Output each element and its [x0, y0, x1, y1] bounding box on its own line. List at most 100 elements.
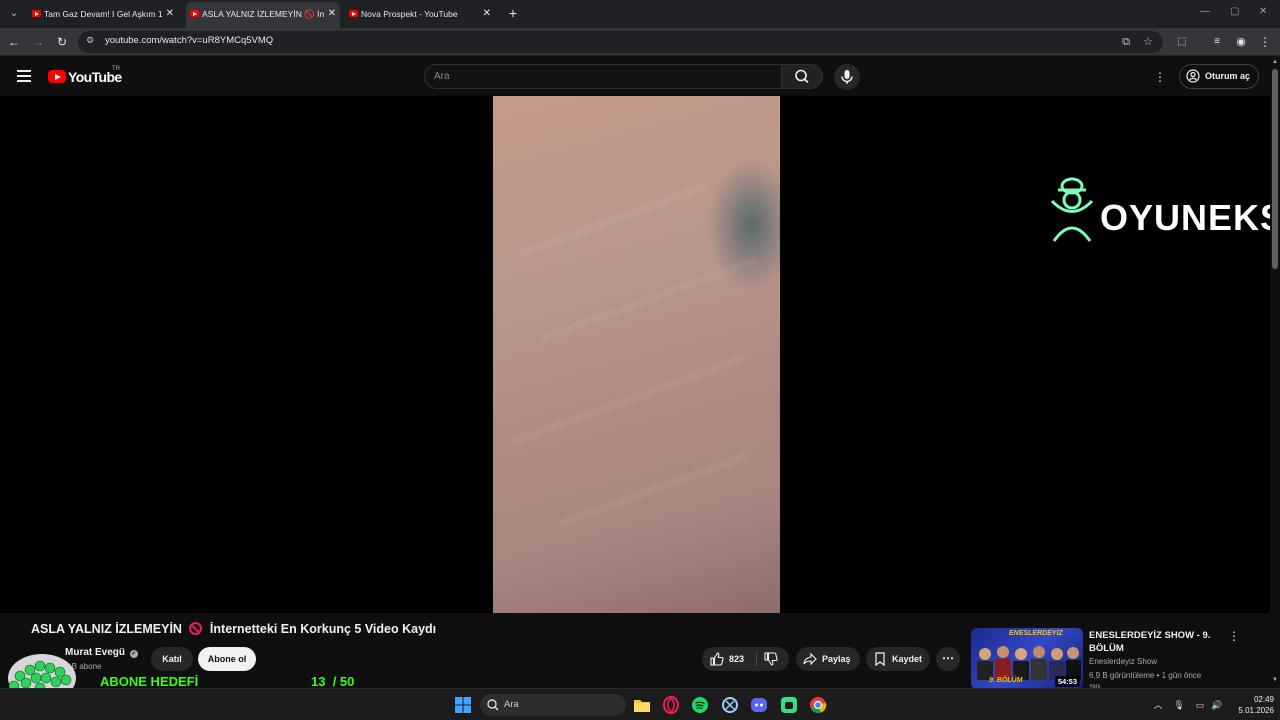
save-label: Kaydet — [892, 654, 923, 664]
recommended-channel[interactable]: Eneslerdeyiz Show — [1089, 657, 1157, 666]
goal-current: 13 — [311, 674, 326, 689]
settings-kebab-icon[interactable]: ⋮ — [1154, 69, 1166, 85]
youtube-header: YouTube TR ⋮ Oturum aç — [0, 57, 1270, 96]
share-button[interactable]: Paylaş — [796, 647, 860, 671]
bookmark-icon — [875, 652, 885, 667]
dislike-thumb-down-icon[interactable] — [763, 651, 779, 667]
new-tab-plus-icon[interactable]: + — [505, 4, 521, 22]
file-explorer-icon[interactable] — [632, 695, 652, 715]
recommended-meta: 6,9 B görüntüleme • 1 gün önce — [1089, 671, 1202, 680]
oyuneks-overlay-logo: OYUNEKS — [1048, 177, 1280, 247]
country-code: TR — [112, 66, 120, 72]
goal-count: 13 / 50 — [311, 674, 354, 689]
recommended-title[interactable]: ENESLERDEYİZ SHOW - 9. BÖLÜM — [1089, 629, 1219, 655]
search-button[interactable] — [781, 64, 823, 89]
like-thumb-up-icon[interactable] — [709, 651, 725, 667]
extensions-icon[interactable]: ⬚ — [1174, 34, 1190, 50]
video-title-part2: İnternetteki En Korkunç 5 Video Kaydı — [209, 622, 437, 636]
android-app-icon[interactable] — [779, 695, 799, 715]
tab-title: Tam Gaz Devam! I Gel Aşkım 18 — [44, 9, 162, 19]
user-circle-icon — [1186, 69, 1200, 83]
tab-search-chevron-icon[interactable]: ⌄ — [5, 5, 23, 23]
profile-icon[interactable]: ◉ — [1233, 34, 1249, 50]
scroll-up-arrow-icon[interactable]: ▲ — [1272, 59, 1278, 65]
clock-date: 5.01.2026 — [1238, 706, 1274, 715]
reload-icon[interactable]: ↻ — [54, 34, 70, 50]
spotify-icon[interactable] — [690, 695, 710, 715]
browser-tab-2-active[interactable]: ASLA YALNIZ İZLEMEYİN 🚫 İnt ✕ — [186, 2, 340, 28]
page-scrollbar[interactable]: ▲ ▼ — [1270, 57, 1280, 687]
reading-list-icon[interactable]: ≡ — [1209, 34, 1225, 50]
thumbnail-people-image — [977, 646, 1081, 680]
video-player[interactable] — [0, 96, 1270, 613]
youtube-favicon-icon — [32, 10, 41, 17]
overlay-logo-text: OYUNEKS — [1100, 197, 1280, 238]
close-tab-icon[interactable]: ✕ — [328, 2, 336, 26]
clock-time: 02:49 — [1253, 695, 1274, 704]
windows-start-icon[interactable] — [453, 695, 473, 715]
microphone-icon — [841, 70, 853, 84]
restore-icon[interactable]: ▢ — [1230, 6, 1239, 17]
snipping-tool-icon[interactable] — [720, 695, 740, 715]
share-arrow-icon — [803, 652, 817, 666]
tab-title: ASLA YALNIZ İZLEMEYİN 🚫 İnt — [202, 9, 324, 19]
browser-tab-3[interactable]: Nova Prospekt - YouTube ✕ — [345, 2, 495, 28]
video-frame[interactable] — [493, 96, 780, 613]
browser-toolbar: ← → ↻ ⚙ youtube.com/watch?v=uR8YMCq5VMQ … — [0, 28, 1280, 56]
like-divider — [756, 652, 757, 666]
hamburger-menu-icon[interactable] — [17, 70, 31, 82]
voice-search-button[interactable] — [834, 64, 860, 90]
save-button[interactable]: Kaydet — [866, 647, 930, 671]
recommended-more-icon[interactable]: ⋮ — [1228, 629, 1240, 643]
opera-gx-icon[interactable] — [661, 695, 681, 715]
taskbar-clock[interactable]: 02:49 5.01.2026 — [1230, 694, 1274, 716]
thumbnail-episode-badge: 9. BÖLÜM — [989, 677, 1023, 684]
volume-icon[interactable]: 🔊 — [1211, 699, 1223, 711]
tray-overflow-chevron-icon[interactable]: ︿ — [1152, 699, 1164, 711]
sign-in-button[interactable]: Oturum aç — [1179, 64, 1259, 89]
microphone-tray-icon[interactable]: 🎙 — [1173, 699, 1185, 711]
video-duration: 54:53 — [1054, 676, 1080, 687]
address-bar[interactable]: ⚙ youtube.com/watch?v=uR8YMCq5VMQ ⧉ ☆ — [78, 31, 1163, 53]
like-dislike-group: 823 — [702, 647, 789, 671]
goal-target: / 50 — [332, 674, 355, 689]
browser-tab-1[interactable]: Tam Gaz Devam! I Gel Aşkım 18 ✕ — [28, 2, 178, 28]
browser-menu-icon[interactable]: ⋮ — [1257, 34, 1273, 50]
taskbar-search-icon — [487, 699, 499, 711]
scroll-down-arrow-icon[interactable]: ▼ — [1272, 677, 1278, 683]
youtube-play-icon — [48, 70, 66, 83]
share-label: Paylaş — [822, 654, 851, 664]
install-app-icon[interactable]: ⧉ — [1119, 35, 1133, 49]
discord-icon[interactable] — [749, 695, 769, 715]
taskbar-search[interactable]: Ara — [480, 694, 626, 716]
search-icon — [795, 69, 809, 84]
browser-tab-strip: ⌄ Tam Gaz Devam! I Gel Aşkım 18 ✕ ASLA Y… — [0, 0, 1280, 28]
more-actions-icon[interactable]: ⋯ — [936, 647, 960, 671]
close-tab-icon[interactable]: ✕ — [483, 2, 491, 26]
recommended-thumbnail[interactable]: ENESLERDEYİZ 9. BÖLÜM 54:53 — [971, 628, 1083, 689]
bookmark-star-icon[interactable]: ☆ — [1141, 35, 1155, 49]
close-tab-icon[interactable]: ✕ — [166, 2, 174, 26]
thumbnail-logo-text: ENESLERDEYİZ — [1009, 630, 1063, 637]
minimize-icon[interactable]: — — [1200, 6, 1210, 17]
url-text[interactable]: youtube.com/watch?v=uR8YMCq5VMQ — [105, 35, 273, 46]
scrollbar-thumb[interactable] — [1272, 69, 1278, 269]
youtube-favicon-icon — [190, 10, 199, 17]
close-window-icon[interactable]: ✕ — [1259, 6, 1267, 17]
like-count[interactable]: 823 — [729, 647, 744, 671]
search-box[interactable] — [424, 64, 781, 89]
mascot-outline-icon — [1050, 177, 1094, 242]
video-title: ASLA YALNIZ İZLEMEYİN İnternetteki En Ko… — [31, 622, 436, 636]
forward-arrow-icon[interactable]: → — [30, 34, 46, 50]
video-title-part1: ASLA YALNIZ İZLEMEYİN — [31, 622, 182, 636]
search-input[interactable] — [434, 69, 764, 84]
prohibited-icon — [189, 622, 203, 635]
sign-in-label: Oturum aç — [1205, 71, 1251, 81]
windows-taskbar: Ara ︿ 🎙 ▭ 🔊 02:49 5.01.2026 — [0, 688, 1280, 720]
back-arrow-icon[interactable]: ← — [6, 34, 22, 50]
chrome-icon[interactable] — [808, 695, 828, 715]
goal-label: ABONE HEDEFİ — [100, 674, 199, 689]
network-icon[interactable]: ▭ — [1194, 699, 1206, 711]
taskbar-search-label: Ara — [504, 699, 519, 710]
site-settings-icon[interactable]: ⚙ — [86, 35, 98, 47]
